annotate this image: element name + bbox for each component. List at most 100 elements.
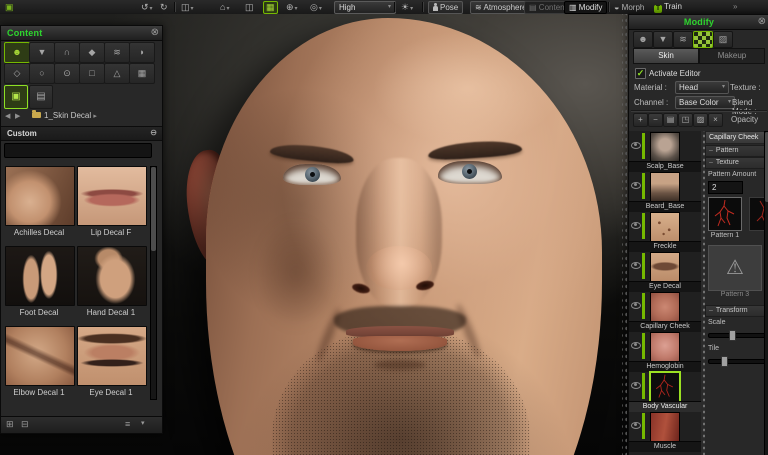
tile-slider-handle[interactable] <box>721 356 728 367</box>
view-options-icon[interactable]: ▾ <box>141 419 145 427</box>
modify-close-icon[interactable]: ⊗ <box>758 16 766 28</box>
delete-layer-button[interactable]: × <box>708 113 723 127</box>
layer-item-selected[interactable]: Body Vascular <box>629 371 701 411</box>
tab-outfit-icon[interactable]: ▼ <box>653 31 673 48</box>
channel-dropdown[interactable]: Base Color▾ <box>675 96 735 109</box>
content-item-thumbnail[interactable] <box>5 246 75 306</box>
pattern1-thumbnail[interactable] <box>708 197 742 231</box>
layer-visibility-icon[interactable] <box>631 182 641 189</box>
layer-visibility-icon[interactable] <box>631 342 641 349</box>
content-item[interactable]: Lip Decal F <box>77 166 145 237</box>
scale-slider-handle[interactable] <box>729 330 736 341</box>
layer-thumbnail[interactable] <box>650 172 680 202</box>
grid-toggle-button[interactable]: ▦ <box>263 1 278 14</box>
content-item-thumbnail[interactable] <box>5 166 75 226</box>
content-item-thumbnail[interactable] <box>77 326 147 386</box>
load-layer-button[interactable]: ▤ <box>663 113 678 127</box>
tab-skin[interactable]: Skin <box>633 48 699 64</box>
layer-visibility-icon[interactable] <box>631 302 641 309</box>
category-outfit-button[interactable]: ▼ <box>29 42 55 63</box>
content-filter-input[interactable] <box>4 143 152 158</box>
layer-thumbnail[interactable] <box>650 212 680 242</box>
thumbnail-small-view-icon[interactable]: ⊞ <box>6 419 14 430</box>
toolbar-overflow-chevron[interactable]: » <box>733 1 737 13</box>
pose-button[interactable]: Pose <box>428 1 463 14</box>
morph-button[interactable]: ◒ Morph <box>614 1 644 13</box>
layer-item[interactable]: Scalp_Base <box>629 131 701 171</box>
lighting-button[interactable]: ☀▾ <box>401 1 413 13</box>
template-library-button[interactable]: ▤ <box>29 85 53 109</box>
category-effect-button[interactable]: △ <box>104 63 130 84</box>
home-camera-button[interactable]: ⌂▾ <box>220 1 229 13</box>
category-prop-button[interactable]: ◇ <box>4 63 30 84</box>
layer-visibility-icon[interactable] <box>631 222 641 229</box>
layer-item[interactable]: Freckle <box>629 211 701 251</box>
layer-thumbnail[interactable] <box>650 252 680 282</box>
layer-thumbnail[interactable] <box>650 132 680 162</box>
layer-item[interactable]: Beard_Base <box>629 171 701 211</box>
pattern3-missing-thumbnail[interactable]: ⚠ <box>708 245 762 291</box>
panel-splitter[interactable] <box>622 14 627 455</box>
material-dropdown[interactable]: Head▾ <box>675 81 729 94</box>
content-item-thumbnail[interactable] <box>77 166 147 226</box>
content-scrollbar-thumb[interactable] <box>151 167 156 251</box>
content-scrollbar[interactable] <box>150 166 157 400</box>
gizmo-tool-button[interactable]: ◎▾ <box>310 1 322 13</box>
quality-dropdown[interactable]: High▾ <box>334 1 396 14</box>
section-pattern[interactable]: Pattern <box>705 145 768 157</box>
modify-toggle-button[interactable]: ▥ Modify <box>564 1 607 14</box>
category-camera-button[interactable]: ⊙ <box>54 63 80 84</box>
section-texture[interactable]: Texture <box>705 157 768 169</box>
breadcrumb-forward-icon[interactable]: ▶ <box>15 112 20 120</box>
split-view-button[interactable]: ◫ <box>245 1 254 13</box>
breadcrumb-path[interactable]: 1_Skin Decal ▸ <box>29 111 97 120</box>
atmosphere-button[interactable]: ≋ Atmosphere <box>470 1 532 14</box>
undo-button[interactable]: ↺▾ <box>141 1 153 13</box>
content-item[interactable]: Eye Decal 1 <box>77 326 145 397</box>
content-item[interactable]: Hand Decal 1 <box>77 246 145 317</box>
category-scene-button[interactable]: ◗ <box>129 42 155 63</box>
content-close-icon[interactable]: ⊗ <box>151 27 159 39</box>
section-transform[interactable]: Transform <box>705 305 768 317</box>
export-image-button[interactable]: ▨ <box>693 113 708 127</box>
category-hair-button[interactable]: ∩ <box>54 42 80 63</box>
tab-character-icon[interactable]: ☻ <box>633 31 653 48</box>
layer-visibility-icon[interactable] <box>631 422 641 429</box>
train-button[interactable]: TTrain <box>654 1 682 13</box>
layer-thumbnail[interactable] <box>650 332 680 362</box>
category-accessory-button[interactable]: ◆ <box>79 42 105 63</box>
layer-visibility-icon[interactable] <box>631 382 641 389</box>
content-item[interactable]: Achilles Decal <box>5 166 73 237</box>
tab-texture-icon[interactable] <box>693 31 713 48</box>
layer-visibility-icon[interactable] <box>631 142 641 149</box>
content-item-thumbnail[interactable] <box>77 246 147 306</box>
category-light-button[interactable]: ○ <box>29 63 55 84</box>
remove-layer-button[interactable]: − <box>648 113 663 127</box>
redo-button[interactable]: ↻ <box>160 1 168 13</box>
screen-capture-icon[interactable]: ◫▾ <box>181 1 194 13</box>
content-item-thumbnail[interactable] <box>5 326 75 386</box>
category-avatar-button[interactable]: ☻ <box>4 42 30 63</box>
layer-thumbnail[interactable] <box>650 292 680 322</box>
breadcrumb-back-icon[interactable]: ◀ <box>5 112 10 120</box>
layer-visibility-icon[interactable] <box>631 262 641 269</box>
layer-item[interactable]: Muscle <box>629 411 701 451</box>
content-item[interactable]: Elbow Decal 1 <box>5 326 73 397</box>
collapse-icon[interactable]: ⊖ <box>150 128 157 137</box>
activate-editor-checkbox[interactable]: ✓ <box>635 68 646 79</box>
tab-hair-icon[interactable]: ≋ <box>673 31 693 48</box>
save-layer-button[interactable]: ◳ <box>678 113 693 127</box>
layer-thumbnail[interactable] <box>650 412 680 442</box>
category-stage-button[interactable]: □ <box>79 63 105 84</box>
modify-scrollbar[interactable] <box>764 131 768 455</box>
thumbnail-large-view-icon[interactable]: ⊟ <box>21 419 29 430</box>
pattern-amount-input[interactable]: 2 <box>708 181 743 194</box>
layer-item[interactable]: Hemoglobin <box>629 331 701 371</box>
scale-slider[interactable] <box>708 333 766 338</box>
modify-panel-header[interactable]: Modify ⊗ <box>629 15 768 30</box>
custom-section-header[interactable]: Custom ⊖ <box>1 126 162 141</box>
layer-item[interactable]: Eye Decal <box>629 251 701 291</box>
move-tool-button[interactable]: ⊕▾ <box>286 1 298 13</box>
list-view-icon[interactable]: ≡ <box>125 419 130 429</box>
layer-item[interactable]: Capillary Cheek <box>629 291 701 331</box>
